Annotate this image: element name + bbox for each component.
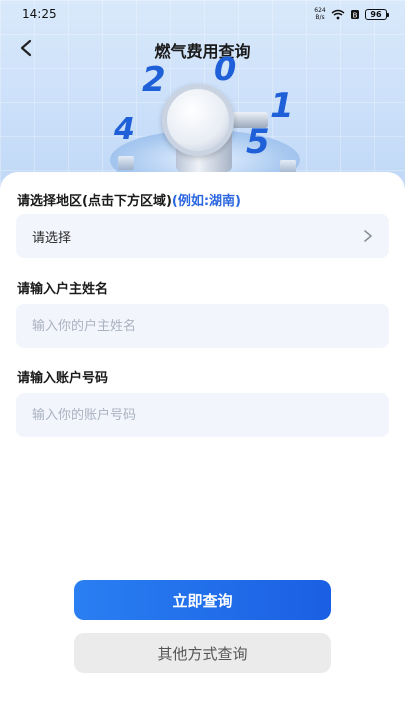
other-methods-button[interactable]: 其他方式查询	[74, 633, 331, 673]
status-bar: 14:25 624 B/s B 96	[0, 0, 405, 28]
deco-digit: 1	[270, 86, 294, 126]
region-hint: (例如:湖南)	[171, 194, 241, 209]
gas-meter-icon	[162, 84, 234, 156]
owner-name-label: 请输入户主姓名	[17, 282, 109, 297]
net-speed-value: 624	[314, 7, 326, 14]
status-icons: 624 B/s B 96	[314, 7, 389, 21]
region-select-value: 请选择	[32, 230, 72, 246]
chevron-right-icon	[364, 230, 372, 242]
svg-text:B: B	[353, 11, 358, 19]
deco-digit: 2	[142, 60, 166, 100]
owner-name-input[interactable]	[32, 318, 373, 334]
page-title: 燃气费用查询	[154, 42, 251, 61]
deco-digit: 0	[214, 50, 237, 88]
region-label-text: 请选择地区(点击下方区域)	[17, 194, 172, 209]
battery-icon: 96	[365, 8, 389, 20]
query-now-button[interactable]: 立即查询	[74, 580, 331, 620]
account-number-label: 请输入账户号码	[17, 371, 109, 386]
pipe-left	[118, 156, 134, 170]
account-number-input[interactable]	[32, 407, 373, 423]
battery-level: 96	[370, 9, 382, 19]
region-select[interactable]: 请选择	[16, 214, 389, 258]
net-speed: 624 B/s	[314, 7, 326, 21]
signal-icon: B	[351, 9, 359, 19]
deco-digit: 4	[114, 112, 135, 147]
region-label: 请选择地区(点击下方区域)(例如:湖南)	[17, 190, 241, 209]
owner-name-field[interactable]	[16, 304, 389, 348]
account-number-field[interactable]	[16, 393, 389, 437]
header-hero: 14:25 624 B/s B 96 燃气费用查询 2 0 1 4 5	[0, 0, 405, 200]
deco-digit: 5	[246, 122, 270, 162]
status-time: 14:25	[22, 7, 57, 21]
nav-bar: 燃气费用查询	[0, 34, 405, 64]
wifi-icon	[331, 9, 345, 19]
net-speed-unit: B/s	[315, 14, 325, 21]
